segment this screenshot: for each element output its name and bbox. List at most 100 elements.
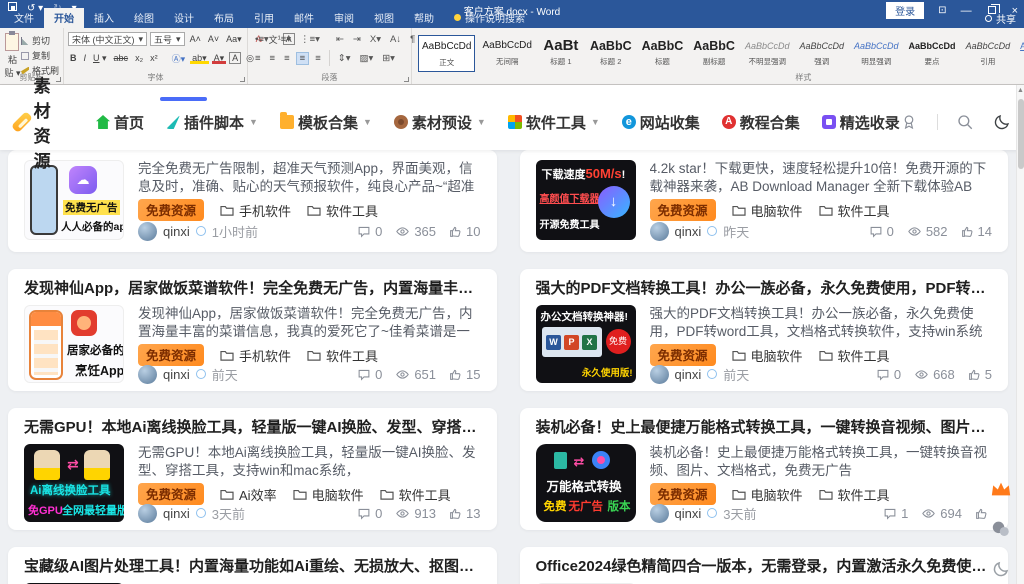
- login-button[interactable]: 登录: [886, 2, 924, 19]
- cut-button[interactable]: 剪切: [21, 34, 59, 47]
- tag-category[interactable]: 手机软件: [220, 346, 291, 365]
- align-left-button[interactable]: ≡: [252, 53, 264, 64]
- ribbon-display-options-icon[interactable]: ⊡: [938, 5, 946, 16]
- avatar[interactable]: [650, 222, 669, 241]
- bold-button[interactable]: B: [68, 53, 79, 63]
- tag-category[interactable]: 软件工具: [307, 201, 378, 220]
- article-thumbnail[interactable]: ⇄ 万能格式转换 免费 无广告 版本: [536, 444, 636, 522]
- tab-design[interactable]: 设计: [164, 8, 204, 28]
- tag-category[interactable]: 软件工具: [819, 346, 890, 365]
- style-subtle-emphasis[interactable]: AaBbCcDd不明显强调: [742, 35, 793, 72]
- grow-font-button[interactable]: A˄: [188, 34, 203, 44]
- numbering-button[interactable]: ¹≡▾: [275, 34, 294, 45]
- nav-presets[interactable]: 素材预设▼: [394, 112, 486, 133]
- decrease-indent-button[interactable]: ⇤: [333, 34, 347, 45]
- nav-software[interactable]: 软件工具▼: [508, 112, 600, 133]
- article-card[interactable]: 装机必备！史上最便捷万能格式转换工具，一键转换音视频、图片、文档格式，免费无广告…: [520, 408, 1009, 530]
- tab-home[interactable]: 开始: [44, 8, 84, 28]
- nav-plugins[interactable]: 插件脚本▼: [166, 112, 258, 133]
- avatar[interactable]: [138, 222, 157, 241]
- article-title[interactable]: 宝藏级AI图片处理工具！内置海量功能如Ai重绘、无损放大、抠图、照片上色等，且全…: [24, 557, 481, 577]
- style-subtitle[interactable]: AaBbC副标题: [690, 35, 738, 72]
- font-size-select[interactable]: 五号▾: [150, 32, 185, 46]
- highlight-button[interactable]: ab▾: [190, 53, 209, 64]
- tab-insert[interactable]: 插入: [84, 8, 124, 28]
- paste-button[interactable]: 粘贴 ▾: [4, 31, 21, 72]
- article-thumbnail[interactable]: 下载速度50M/s! 高颜值下载器 开源免费工具 ↓: [536, 160, 636, 240]
- shading-button[interactable]: ▨▾: [356, 53, 376, 64]
- author-name[interactable]: qinxi: [163, 367, 190, 382]
- article-card[interactable]: ☁ 免费无广告 人人必备的app 完全免费无广告限制，超准天气预测App，界面美…: [8, 150, 497, 252]
- article-thumbnail[interactable]: 居家必备的 烹饪App: [24, 305, 124, 383]
- style-normal[interactable]: AaBbCcDd正文: [418, 35, 475, 72]
- article-card[interactable]: 下载速度50M/s! 高颜值下载器 开源免费工具 ↓ 4.2k star！下载更…: [520, 150, 1009, 252]
- style-strong[interactable]: AaBbCcDd要点: [906, 35, 959, 72]
- subscript-button[interactable]: x₂: [133, 53, 145, 63]
- style-quote[interactable]: AaBbCcDd引用: [963, 35, 1014, 72]
- share-button[interactable]: 共享: [985, 11, 1016, 26]
- avatar[interactable]: [138, 365, 157, 384]
- strikethrough-button[interactable]: abc: [112, 53, 131, 63]
- style-heading2[interactable]: AaBbC标题 2: [587, 35, 635, 72]
- page-scrollbar[interactable]: ▲: [1016, 85, 1024, 584]
- author-name[interactable]: qinxi: [163, 224, 190, 239]
- tell-me-search[interactable]: 操作说明搜索: [454, 10, 525, 28]
- article-title[interactable]: Office2024绿色精简四合一版本，无需登录，内置激活永久免费使用！办公一族…: [536, 557, 993, 577]
- copy-button[interactable]: 复制: [21, 49, 59, 62]
- nav-websites[interactable]: e网站收集: [622, 112, 700, 133]
- tag-category[interactable]: 软件工具: [819, 201, 890, 220]
- italic-button[interactable]: I: [82, 53, 89, 63]
- underline-button[interactable]: U ▾: [91, 53, 109, 64]
- article-title[interactable]: 无需GPU！本地Ai离线换脸工具，轻量版一键AI换脸、发型、穿搭工具，支持win…: [24, 418, 481, 438]
- dark-mode-moon-fab[interactable]: [988, 556, 1014, 582]
- superscript-button[interactable]: x²: [148, 53, 160, 63]
- tag-category[interactable]: 电脑软件: [732, 485, 803, 504]
- tag-category[interactable]: 电脑软件: [293, 485, 364, 504]
- sort-button[interactable]: A↓: [387, 34, 404, 45]
- justify-button[interactable]: ≡: [296, 52, 310, 65]
- nav-featured[interactable]: 精选收录: [822, 112, 900, 133]
- tag-category[interactable]: 手机软件: [220, 201, 291, 220]
- author-name[interactable]: qinxi: [675, 224, 702, 239]
- article-card[interactable]: Office2024绿色精简四合一版本，无需登录，内置激活永久免费使用！办公一族…: [520, 547, 1009, 584]
- nav-home[interactable]: 首页: [96, 112, 144, 133]
- font-color-button[interactable]: A▾: [212, 53, 227, 64]
- tag-category[interactable]: 软件工具: [307, 346, 378, 365]
- character-shading-icon[interactable]: A: [229, 52, 241, 64]
- article-thumbnail[interactable]: ⇄ Ai离线换脸工具 免GPU 全网最轻量版: [24, 444, 124, 522]
- nav-tutorials[interactable]: A教程合集: [722, 112, 800, 133]
- tab-references[interactable]: 引用: [244, 8, 284, 28]
- style-heading1[interactable]: AaBt标题 1: [539, 35, 583, 72]
- shrink-font-button[interactable]: A˅: [206, 34, 221, 44]
- align-center-button[interactable]: ≡: [267, 53, 279, 64]
- tag-free-resource[interactable]: 免费资源: [650, 199, 716, 221]
- font-family-select[interactable]: 宋体 (中文正文)▾: [68, 32, 147, 46]
- tab-view[interactable]: 视图: [364, 8, 404, 28]
- avatar[interactable]: [138, 504, 157, 523]
- paragraph-dialog-launcher[interactable]: [404, 77, 409, 82]
- font-dialog-launcher[interactable]: [240, 77, 245, 82]
- style-title[interactable]: AaBbC标题: [639, 35, 687, 72]
- article-thumbnail[interactable]: 办公文档转换神器! W P X 免费 永久使用版!: [536, 305, 636, 383]
- bullets-button[interactable]: •≡▾: [252, 34, 272, 45]
- article-title[interactable]: 强大的PDF文档转换工具！办公一族必备，永久免费使用，PDF转word工具，文档…: [536, 279, 993, 299]
- style-emphasis[interactable]: AaBbCcDd强调: [796, 35, 847, 72]
- feedback-chat-fab[interactable]: [988, 516, 1014, 542]
- asian-layout-button[interactable]: X▾: [367, 34, 384, 45]
- site-logo[interactable]: 素材资源: [16, 72, 66, 172]
- article-card[interactable]: 无需GPU！本地Ai离线换脸工具，轻量版一键AI换脸、发型、穿搭工具，支持win…: [8, 408, 497, 530]
- style-intense-quote[interactable]: AaBbCcDd明显引用: [1017, 35, 1024, 72]
- tag-category[interactable]: 电脑软件: [732, 201, 803, 220]
- tab-review[interactable]: 审阅: [324, 8, 364, 28]
- article-title[interactable]: 装机必备！史上最便捷万能格式转换工具，一键转换音视频、图片、文档格式，免费无广告…: [536, 418, 993, 438]
- style-no-spacing[interactable]: AaBbCcDd无间隔: [479, 35, 534, 72]
- medal-icon[interactable]: [900, 109, 919, 135]
- tag-category[interactable]: 软件工具: [380, 485, 451, 504]
- tag-free-resource[interactable]: 免费资源: [650, 344, 716, 366]
- distribute-button[interactable]: ≡: [312, 53, 324, 64]
- avatar[interactable]: [650, 504, 669, 523]
- search-icon[interactable]: [956, 109, 975, 135]
- multilevel-list-button[interactable]: ⋮≡▾: [297, 34, 323, 45]
- text-effects-button[interactable]: Ⓐ▾: [170, 52, 188, 65]
- line-spacing-button[interactable]: ⇕▾: [335, 53, 354, 64]
